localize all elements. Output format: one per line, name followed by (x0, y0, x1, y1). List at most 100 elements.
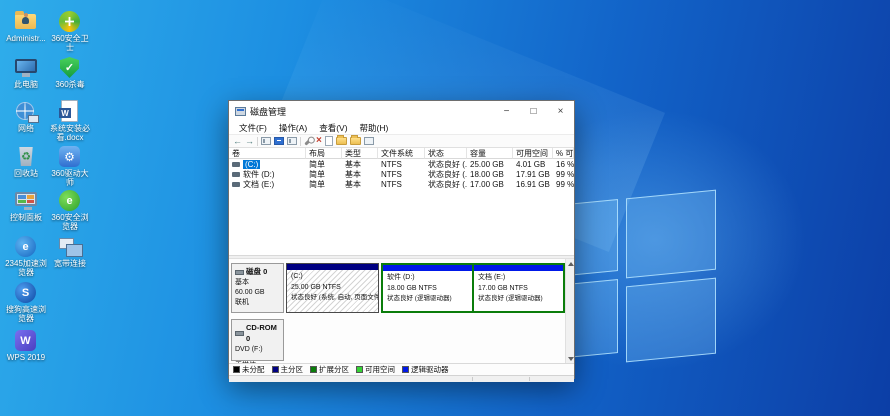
desktop-icon-2345-browser[interactable]: e 2345加速浏览器 (4, 235, 48, 278)
volume-icon (232, 172, 240, 177)
primary-partition-bar (287, 264, 378, 270)
legend-label: 未分配 (242, 364, 265, 375)
document-icon[interactable] (325, 136, 333, 146)
volume-row-c[interactable]: (C:) 简单 基本 NTFS 状态良好 (... 25.00 GB 4.01 … (229, 159, 574, 169)
cell-capacity: 17.00 GB (467, 180, 513, 189)
broadband-connection-icon (57, 235, 83, 258)
volume-row-d[interactable]: 软件 (D:) 简单 基本 NTFS 状态良好 (... 18.00 GB 17… (229, 169, 574, 179)
title-bar[interactable]: 磁盘管理 − □ × (229, 101, 574, 121)
logical-drive-bar (474, 265, 563, 271)
delete-volume-icon[interactable]: × (316, 136, 322, 146)
disk-management-app-icon (235, 107, 246, 116)
folder-icon[interactable] (336, 137, 347, 145)
col-volume[interactable]: 卷 (229, 148, 306, 159)
volume-list-header: 卷 布局 类型 文件系统 状态 容量 可用空间 % 可用 (229, 148, 574, 159)
desktop-icon-administrator[interactable]: Administr... (4, 10, 48, 43)
menu-view[interactable]: 查看(V) (313, 122, 353, 134)
desktop-wallpaper: Administr... 360安全卫士 此电脑 ✓ 360杀毒 网络 W 系统… (0, 0, 890, 416)
desktop-icon-setup-docx[interactable]: W 系统安装必看.docx (48, 100, 92, 143)
scroll-up-icon[interactable] (566, 259, 574, 268)
window-view-icon[interactable] (364, 137, 374, 145)
2345-browser-icon: e (13, 235, 39, 258)
cdrom-drive: DVD (F:) (235, 345, 283, 355)
scroll-down-icon[interactable] (566, 354, 574, 363)
cdrom-icon (235, 331, 244, 336)
col-type[interactable]: 类型 (342, 148, 378, 159)
cdrom-row: CD-ROM 0 DVD (F:) 无媒体 (231, 319, 284, 361)
disk0-status: 联机 (235, 298, 283, 308)
forward-icon[interactable]: → (245, 137, 254, 146)
col-layout[interactable]: 布局 (306, 148, 342, 159)
partition-c[interactable]: (C:) 25.00 GB NTFS 状态良好 (系统, 启动, 页面文件, 活… (286, 263, 379, 313)
partition-size: 18.00 GB NTFS (383, 284, 472, 295)
disk0-type: 基本 (235, 278, 283, 288)
legend-swatch (402, 366, 409, 373)
partition-status: 状态良好 (逻辑驱动器) (474, 294, 563, 304)
cell-layout: 简单 (306, 179, 342, 190)
partition-d[interactable]: 软件 (D:) 18.00 GB NTFS 状态良好 (逻辑驱动器) (383, 265, 472, 311)
desktop-icon-label: 360驱动大师 (48, 169, 92, 188)
toolbar-separator (257, 137, 258, 146)
status-separator (529, 377, 530, 381)
close-button[interactable]: × (547, 101, 574, 121)
menu-action[interactable]: 操作(A) (273, 122, 313, 134)
desktop-icon-360-driver-master[interactable]: ⚙ 360驱动大师 (48, 145, 92, 188)
desktop-icon-broadband-connection[interactable]: 宽带连接 (48, 235, 92, 268)
graphical-view: 磁盘 0 基本 60.00 GB 联机 (C:) 25.00 GB NTFS 状… (229, 259, 574, 363)
help-window-icon[interactable] (287, 137, 297, 145)
sogou-browser-icon: S (13, 281, 39, 304)
desktop-icon-label: 控制面板 (4, 213, 48, 222)
disk-icon (235, 270, 244, 275)
maximize-button[interactable]: □ (520, 101, 547, 121)
partition-title: 软件 (D:) (383, 273, 472, 284)
legend-label: 可用空间 (365, 364, 395, 375)
disk-management-window: 磁盘管理 − □ × 文件(F) 操作(A) 查看(V) 帮助(H) ← → × (228, 100, 575, 379)
legend-primary-partition: 主分区 (272, 364, 304, 375)
desktop-icon-wps-2019[interactable]: W WPS 2019 (4, 329, 48, 362)
cell-free: 4.01 GB (513, 160, 553, 169)
desktop-icon-sogou-browser[interactable]: S 搜狗高速浏览器 (4, 281, 48, 324)
properties-icon[interactable] (274, 137, 284, 145)
legend-label: 主分区 (281, 364, 304, 375)
volume-row-e[interactable]: 文档 (E:) 简单 基本 NTFS 状态良好 (... 17.00 GB 16… (229, 179, 574, 189)
cdrom-status: 无媒体 (235, 361, 283, 363)
cdrom-label-box[interactable]: CD-ROM 0 DVD (F:) 无媒体 (231, 319, 284, 361)
desktop-icon-360-safety-guard[interactable]: 360安全卫士 (48, 10, 92, 53)
col-status[interactable]: 状态 (425, 148, 467, 159)
back-icon[interactable]: ← (233, 137, 242, 146)
legend-unallocated: 未分配 (233, 364, 265, 375)
col-capacity[interactable]: 容量 (467, 148, 513, 159)
recycle-bin-icon: ♻ (13, 145, 39, 168)
minimize-button[interactable]: − (493, 101, 520, 121)
desktop-icon-label: 系统安装必看.docx (48, 124, 92, 143)
360-safety-guard-icon (57, 10, 83, 33)
volume-list: 卷 布局 类型 文件系统 状态 容量 可用空间 % 可用 (C:) 简单 基本 … (229, 148, 574, 256)
partition-e[interactable]: 文档 (E:) 17.00 GB NTFS 状态良好 (逻辑驱动器) (474, 265, 563, 311)
desktop-icon-recycle-bin[interactable]: ♻ 回收站 (4, 145, 48, 178)
console-tree-icon[interactable] (261, 137, 271, 145)
volume-name: 软件 (D:) (243, 170, 275, 179)
partition-title: 文档 (E:) (474, 273, 563, 284)
desktop-icon-this-pc[interactable]: 此电脑 (4, 56, 48, 89)
desktop-icon-360-browser[interactable]: e 360安全浏览器 (48, 189, 92, 232)
vertical-scrollbar[interactable] (565, 259, 574, 363)
wrench-icon[interactable] (304, 137, 312, 145)
cell-free: 17.91 GB (513, 170, 553, 179)
col-free-space[interactable]: 可用空间 (513, 148, 553, 159)
menu-help[interactable]: 帮助(H) (354, 122, 395, 134)
disk0-label-box[interactable]: 磁盘 0 基本 60.00 GB 联机 (231, 263, 284, 313)
col-filesystem[interactable]: 文件系统 (378, 148, 425, 159)
volume-list-blank-area (229, 189, 574, 255)
disk0-row: 磁盘 0 基本 60.00 GB 联机 (C:) 25.00 GB NTFS 状… (231, 263, 565, 313)
folder-icon[interactable] (350, 137, 361, 145)
desktop-icon-360-antivirus[interactable]: ✓ 360杀毒 (48, 56, 92, 89)
col-pct-free[interactable]: % 可用 (553, 148, 574, 159)
desktop-icon-control-panel[interactable]: 控制面板 (4, 189, 48, 222)
cdrom-name: CD-ROM 0 (246, 323, 283, 345)
menu-file[interactable]: 文件(F) (233, 122, 273, 134)
legend-extended-partition: 扩展分区 (310, 364, 349, 375)
desktop-icon-network[interactable]: 网络 (4, 100, 48, 133)
windows-logo-pane (626, 278, 716, 363)
window-title: 磁盘管理 (250, 105, 286, 118)
legend-swatch (310, 366, 317, 373)
